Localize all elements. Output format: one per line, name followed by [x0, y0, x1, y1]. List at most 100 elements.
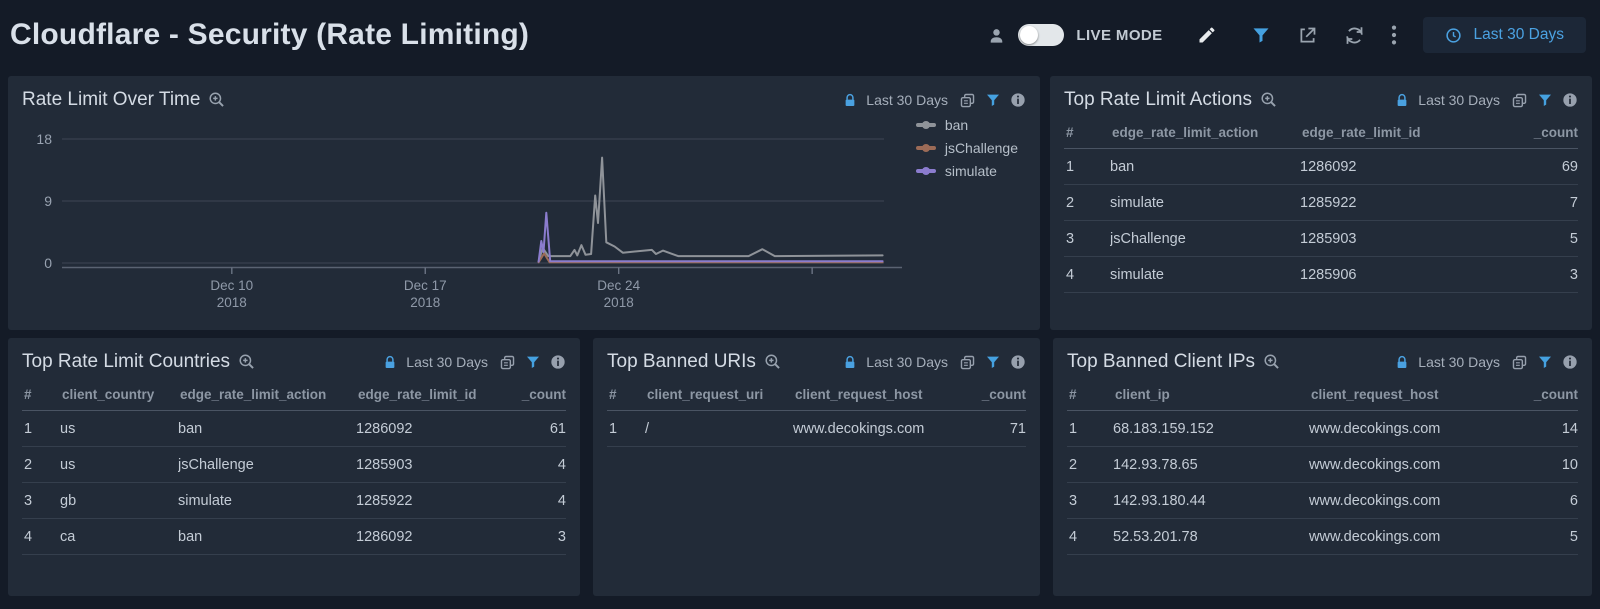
- legend-label: jsChallenge: [945, 140, 1018, 156]
- panel-title: Top Banned Client IPs: [1067, 351, 1255, 373]
- copy-icon[interactable]: [1511, 92, 1528, 109]
- kebab-menu-icon[interactable]: [1391, 16, 1397, 54]
- table-row: 4 52.53.201.78 www.decokings.com 5: [1067, 519, 1578, 555]
- column-header: edge_rate_limit_id: [356, 387, 510, 402]
- zoom-in-icon[interactable]: [764, 353, 782, 371]
- table-row: 4 simulate 1285906 3: [1064, 257, 1578, 293]
- column-header: client_request_host: [1309, 387, 1514, 402]
- lock-icon: [843, 93, 857, 108]
- lock-icon: [1395, 355, 1409, 370]
- info-icon[interactable]: [1562, 92, 1578, 108]
- rate-limit-chart-svg: 0918Dec 102018Dec 172018Dec 242018: [18, 123, 908, 315]
- legend-marker-icon: [916, 146, 936, 150]
- countries-table: #client_countryedge_rate_limit_actionedg…: [22, 379, 566, 555]
- panel-top-rate-limit-actions: Top Rate Limit Actions Last 30 Days: [1050, 76, 1592, 330]
- column-header: client_ip: [1113, 387, 1309, 402]
- svg-text:Dec 17: Dec 17: [404, 278, 447, 293]
- svg-text:2018: 2018: [604, 295, 634, 310]
- column-header: client_request_uri: [645, 387, 793, 402]
- panel-time-range: Last 30 Days: [1418, 354, 1500, 370]
- table-row: 3 jsChallenge 1285903 5: [1064, 221, 1578, 257]
- live-mode-toggle[interactable]: [1018, 24, 1064, 46]
- svg-text:Dec 10: Dec 10: [210, 278, 253, 293]
- column-header: #: [1067, 387, 1113, 402]
- table-header: #edge_rate_limit_actionedge_rate_limit_i…: [1064, 117, 1578, 149]
- table-body: 1 68.183.159.152 www.decokings.com 14 2 …: [1067, 411, 1578, 555]
- svg-text:0: 0: [44, 255, 52, 271]
- panel-time-range: Last 30 Days: [866, 92, 948, 108]
- table-row: 1 ban 1286092 69: [1064, 149, 1578, 185]
- column-header: _count: [510, 387, 566, 402]
- svg-text:18: 18: [36, 131, 52, 147]
- clock-icon: [1445, 27, 1462, 44]
- zoom-in-icon[interactable]: [208, 91, 226, 109]
- column-header: edge_rate_limit_id: [1300, 125, 1514, 140]
- edit-icon[interactable]: [1197, 16, 1217, 54]
- panel-time-range: Last 30 Days: [406, 354, 488, 370]
- legend-marker-icon: [916, 169, 936, 173]
- info-icon[interactable]: [1010, 92, 1026, 108]
- legend-item-simulate[interactable]: simulate: [916, 163, 1018, 179]
- table-header: #client_ipclient_request_host_count: [1067, 379, 1578, 411]
- time-range-button[interactable]: Last 30 Days: [1423, 17, 1586, 53]
- user-icon: [987, 16, 1006, 54]
- filter-icon[interactable]: [1537, 354, 1553, 370]
- panel-title: Top Rate Limit Countries: [22, 351, 230, 373]
- top-controls: LIVE MODE Last 30 Days: [987, 16, 1586, 54]
- info-icon[interactable]: [550, 354, 566, 370]
- panel-top-banned-client-ips: Top Banned Client IPs Last 30 Days: [1053, 338, 1592, 596]
- column-header: edge_rate_limit_action: [178, 387, 356, 402]
- table-header: #client_request_uriclient_request_host_c…: [607, 379, 1026, 411]
- table-row: 2 us jsChallenge 1285903 4: [22, 447, 566, 483]
- legend-item-ban[interactable]: ban: [916, 117, 1018, 133]
- uris-table: #client_request_uriclient_request_host_c…: [607, 379, 1026, 447]
- column-header: edge_rate_limit_action: [1110, 125, 1300, 140]
- svg-text:2018: 2018: [217, 295, 247, 310]
- lock-icon: [843, 355, 857, 370]
- top-bar: Cloudflare - Security (Rate Limiting) LI…: [0, 0, 1600, 70]
- ips-table: #client_ipclient_request_host_count 1 68…: [1067, 379, 1578, 555]
- table-row: 2 142.93.78.65 www.decokings.com 10: [1067, 447, 1578, 483]
- table-body: 1 ban 1286092 69 2 simulate 1285922 7: [1064, 149, 1578, 293]
- time-range-label: Last 30 Days: [1474, 26, 1564, 44]
- table-row: 2 simulate 1285922 7: [1064, 185, 1578, 221]
- filter-icon[interactable]: [1251, 16, 1271, 54]
- info-icon[interactable]: [1562, 354, 1578, 370]
- lock-icon: [383, 355, 397, 370]
- copy-icon[interactable]: [499, 354, 516, 371]
- column-header: client_request_host: [793, 387, 968, 402]
- refresh-icon[interactable]: [1344, 16, 1365, 54]
- copy-icon[interactable]: [959, 354, 976, 371]
- panel-top-banned-uris: Top Banned URIs Last 30 Days: [593, 338, 1040, 596]
- legend-label: simulate: [945, 163, 997, 179]
- share-icon[interactable]: [1297, 16, 1318, 54]
- zoom-in-icon[interactable]: [1263, 353, 1281, 371]
- zoom-in-icon[interactable]: [238, 353, 256, 371]
- live-mode-label: LIVE MODE: [1076, 27, 1162, 44]
- table-body: 1 us ban 1286092 61 2 us jsChallenge 128…: [22, 411, 566, 555]
- column-header: _count: [1514, 387, 1578, 402]
- column-header: _count: [968, 387, 1026, 402]
- legend-marker-icon: [916, 123, 936, 127]
- filter-icon[interactable]: [525, 354, 541, 370]
- copy-icon[interactable]: [959, 92, 976, 109]
- panel-time-range: Last 30 Days: [1418, 92, 1500, 108]
- column-header: _count: [1514, 125, 1578, 140]
- filter-icon[interactable]: [985, 354, 1001, 370]
- panel-time-range: Last 30 Days: [866, 354, 948, 370]
- filter-icon[interactable]: [985, 92, 1001, 108]
- info-icon[interactable]: [1010, 354, 1026, 370]
- zoom-in-icon[interactable]: [1260, 91, 1278, 109]
- column-header: #: [22, 387, 60, 402]
- chart-legend: ban jsChallenge simulate: [916, 117, 1018, 179]
- rate-limit-chart: 0918Dec 102018Dec 172018Dec 242018 banjs…: [8, 115, 1040, 320]
- panel-title: Top Rate Limit Actions: [1064, 89, 1252, 111]
- toggle-knob: [1020, 26, 1038, 44]
- svg-text:9: 9: [44, 193, 52, 209]
- panel-top-rate-limit-countries: Top Rate Limit Countries Last 30 Days: [8, 338, 580, 596]
- legend-item-jsChallenge[interactable]: jsChallenge: [916, 140, 1018, 156]
- filter-icon[interactable]: [1537, 92, 1553, 108]
- dashboard: Rate Limit Over Time Last 30 Days: [0, 70, 1600, 596]
- page-title: Cloudflare - Security (Rate Limiting): [10, 18, 529, 52]
- copy-icon[interactable]: [1511, 354, 1528, 371]
